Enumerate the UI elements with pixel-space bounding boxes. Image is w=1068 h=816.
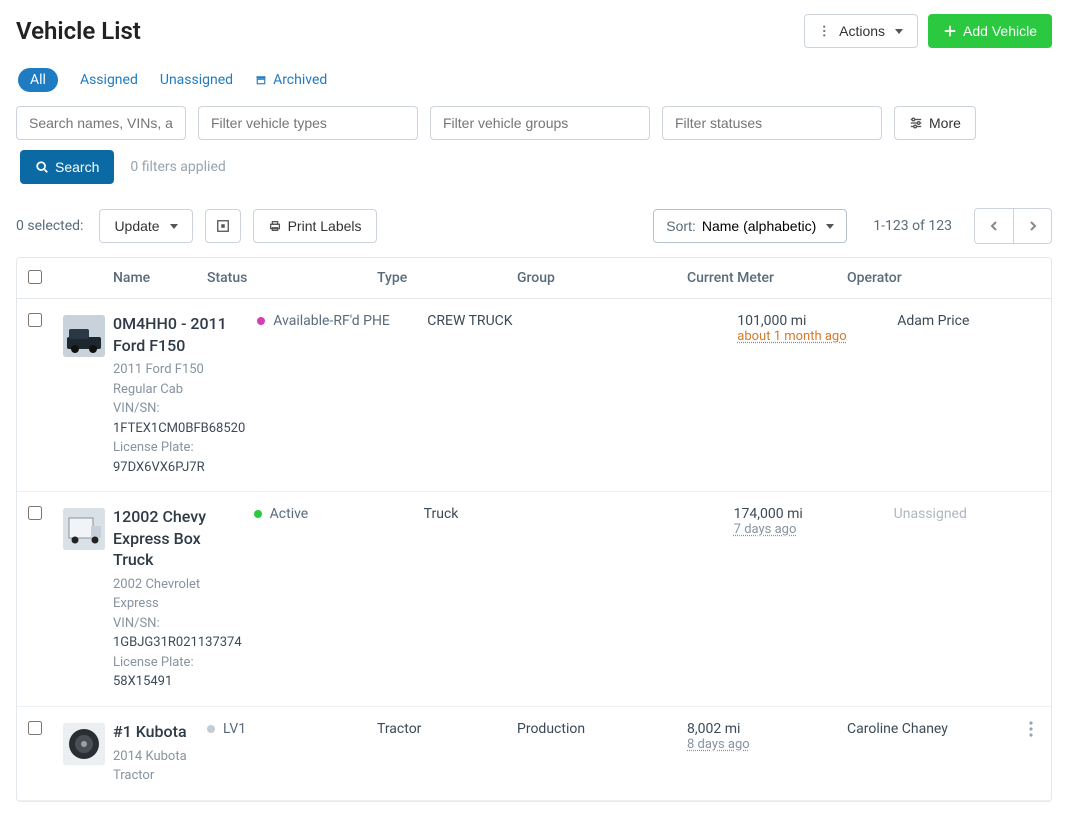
vehicle-thumbnail[interactable] [63,315,105,357]
print-labels-button[interactable]: Print Labels [253,209,377,243]
search-button-label: Search [55,159,99,175]
col-status[interactable]: Status [201,268,371,288]
tab-archived[interactable]: Archived [255,68,327,92]
columns-button[interactable] [205,209,241,243]
filter-type-input[interactable] [198,106,418,140]
status-dot-icon [207,725,215,733]
vehicle-subtitle: 2014 Kubota Tractor [113,747,195,786]
vin-value: 1FTEX1CM0BFB68520 [113,421,245,436]
more-filters-button[interactable]: More [894,106,976,140]
table-row: 12002 Chevy Express Box Truck 2002 Chevro… [17,492,1051,707]
vehicle-name[interactable]: #1 Kubota [113,721,195,743]
vehicle-thumbnail[interactable] [63,508,105,550]
actions-label: Actions [839,23,885,39]
row-checkbox[interactable] [28,506,42,520]
status-dot-icon [254,510,262,518]
more-vertical-icon [1029,721,1033,737]
table-row: 0M4HH0 - 2011 Ford F150 2011 Ford F150 Re… [17,299,1051,492]
search-button[interactable]: Search [20,150,114,184]
tab-all[interactable]: All [18,68,58,92]
group-cell: Production [511,719,681,739]
chevron-right-icon [1028,220,1038,232]
pager-prev-button[interactable] [975,209,1013,243]
type-cell: CREW TRUCK [421,311,561,331]
table-row: #1 Kubota 2014 Kubota Tractor LV1 TractorPr… [17,707,1051,801]
sliders-icon [909,116,923,130]
vehicle-name[interactable]: 12002 Chevy Express Box Truck [113,506,242,571]
chevron-down-icon [895,29,903,34]
plate-value: 97DX6VX6PJ7R [113,460,205,475]
chevron-left-icon [989,220,999,232]
archive-icon [255,74,267,86]
sort-button[interactable]: Sort: Name (alphabetic) [653,209,847,243]
printer-icon [268,219,282,233]
status-text: Available-RF'd PHE [273,313,390,329]
columns-icon [216,219,230,233]
vin-label: VIN/SN: [113,616,160,631]
drag-dots-icon [819,24,833,38]
vin-label: VIN/SN: [113,401,160,416]
meter-timestamp[interactable]: about 1 month ago [737,329,885,344]
chevron-down-icon [826,224,834,229]
select-all-checkbox[interactable] [28,270,42,284]
update-button[interactable]: Update [99,209,192,243]
actions-button[interactable]: Actions [804,14,918,48]
search-input[interactable] [16,106,186,140]
operator-cell: Unassigned [888,504,1052,524]
plus-icon [943,24,957,38]
vehicle-table: Name Status Type Group Current Meter Ope… [16,257,1052,802]
vehicle-subtitle: 2002 Chevrolet Express [113,575,242,614]
meter-value: 101,000 mi [737,313,885,329]
print-labels-label: Print Labels [288,218,362,234]
operator-cell: Adam Price [891,311,1052,331]
update-label: Update [114,218,159,234]
plate-value: 58X15491 [113,674,172,689]
meter-value: 174,000 mi [734,506,882,522]
pager-next-button[interactable] [1013,209,1051,243]
filters-applied-text: 0 filters applied [130,159,225,175]
row-checkbox[interactable] [28,313,42,327]
status-text: Active [270,506,309,522]
sort-prefix: Sort: [666,218,696,234]
type-cell: Tractor [371,719,511,739]
vin-value: 1GBJG31R021137374 [113,635,242,650]
more-filters-label: More [929,115,961,131]
col-group[interactable]: Group [511,268,681,288]
group-cell [558,504,728,508]
operator-cell: Caroline Chaney [841,719,1011,739]
status-dot-icon [257,317,265,325]
meter-timestamp[interactable]: 8 days ago [687,737,835,752]
tab-unassigned[interactable]: Unassigned [160,68,233,92]
meter-timestamp[interactable]: 7 days ago [734,522,882,537]
search-icon [35,160,49,174]
status-text: LV1 [223,721,246,737]
plate-label: License Plate: [113,440,194,455]
chevron-down-icon [170,224,178,229]
col-meter[interactable]: Current Meter [681,268,841,288]
vehicle-name[interactable]: 0M4HH0 - 2011 Ford F150 [113,313,245,356]
tab-archived-label: Archived [273,72,327,88]
add-vehicle-button[interactable]: Add Vehicle [928,14,1052,48]
col-type[interactable]: Type [371,268,511,288]
row-menu-button[interactable] [1011,719,1051,739]
tab-assigned[interactable]: Assigned [80,68,138,92]
filter-status-input[interactable] [662,106,882,140]
add-vehicle-label: Add Vehicle [963,23,1037,39]
plate-label: License Plate: [113,655,194,670]
row-checkbox[interactable] [28,721,42,735]
vehicle-subtitle: 2011 Ford F150 Regular Cab [113,360,245,399]
meter-value: 8,002 mi [687,721,835,737]
selected-count: 0 selected: [16,218,83,234]
group-cell [561,311,731,315]
type-cell: Truck [418,504,558,524]
vehicle-thumbnail[interactable] [63,723,105,765]
pager-text: 1-123 of 123 [873,218,952,234]
col-operator[interactable]: Operator [841,268,1011,288]
page-title: Vehicle List [16,17,141,45]
filter-group-input[interactable] [430,106,650,140]
col-name[interactable]: Name [107,268,201,288]
sort-value: Name (alphabetic) [702,218,816,234]
